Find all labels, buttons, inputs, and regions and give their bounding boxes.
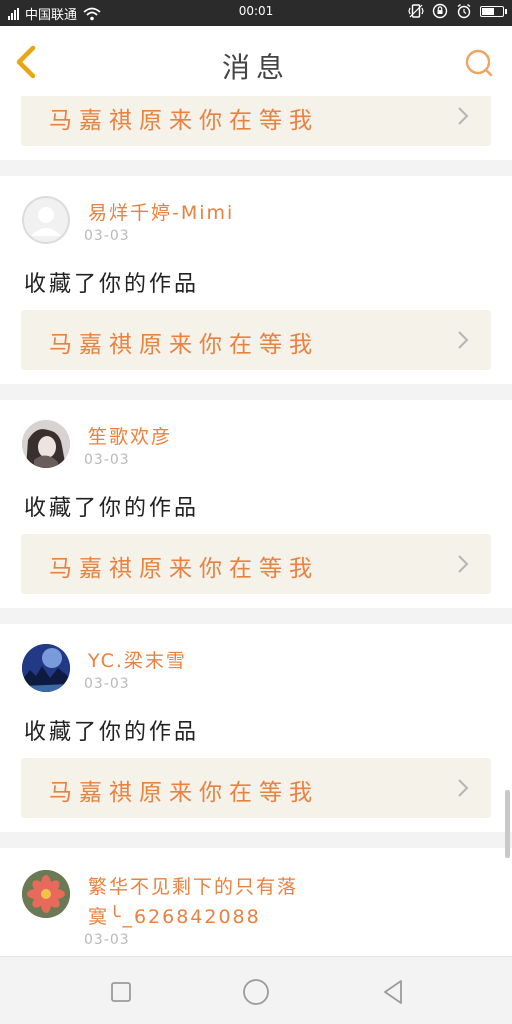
battery-icon bbox=[480, 5, 507, 17]
chevron-right-icon bbox=[458, 555, 469, 573]
avatar[interactable] bbox=[22, 870, 70, 918]
work-title: 马嘉祺原来你在等我 bbox=[49, 332, 319, 358]
work-link[interactable]: 马嘉祺原来你在等我 bbox=[21, 534, 491, 594]
status-bar: 中国联通 00:01 bbox=[0, 0, 512, 26]
search-icon bbox=[465, 49, 493, 77]
chevron-right-icon bbox=[458, 779, 469, 797]
work-link[interactable]: 马嘉祺原来你在等我 bbox=[21, 310, 491, 370]
message-date: 03-03 bbox=[84, 676, 130, 692]
search-button[interactable] bbox=[464, 48, 494, 78]
user-name[interactable]: 笙歌欢彦 bbox=[88, 422, 172, 449]
user-name[interactable]: 易烊千婷-Mimi bbox=[88, 198, 234, 225]
square-icon bbox=[111, 982, 131, 1002]
work-link[interactable]: 马嘉祺原来你在等我 bbox=[21, 96, 491, 146]
chevron-right-icon bbox=[458, 331, 469, 349]
work-link[interactable]: 马嘉祺原来你在等我 bbox=[21, 758, 491, 818]
message-date: 03-03 bbox=[84, 228, 130, 244]
work-title: 马嘉祺原来你在等我 bbox=[49, 780, 319, 806]
navigation-bar bbox=[0, 956, 512, 1024]
header: 消息 bbox=[0, 26, 512, 97]
avatar[interactable] bbox=[22, 420, 70, 468]
recent-apps-button[interactable] bbox=[104, 975, 138, 1009]
avatar[interactable] bbox=[22, 644, 70, 692]
rotation-lock-icon bbox=[432, 3, 448, 19]
message-date: 03-03 bbox=[84, 932, 130, 948]
action-text: 收藏了你的作品 bbox=[24, 272, 200, 297]
screen: 中国联通 00:01 消息 马嘉祺原来你在等我 易烊千婷-Mimi 03-03 … bbox=[0, 0, 512, 1024]
work-title: 马嘉祺原来你在等我 bbox=[49, 108, 319, 134]
message-date: 03-03 bbox=[84, 452, 130, 468]
triangle-back-icon bbox=[384, 980, 402, 1004]
user-name[interactable]: YC.梁末雪 bbox=[88, 646, 187, 673]
home-button[interactable] bbox=[239, 975, 273, 1009]
message-feed[interactable]: 马嘉祺原来你在等我 易烊千婷-Mimi 03-03 收藏了你的作品 马嘉祺原来你… bbox=[0, 96, 512, 956]
status-right bbox=[408, 3, 507, 19]
message-card: 笙歌欢彦 03-03 收藏了你的作品 马嘉祺原来你在等我 bbox=[0, 400, 512, 608]
chevron-right-icon bbox=[458, 107, 469, 125]
message-card: YC.梁末雪 03-03 收藏了你的作品 马嘉祺原来你在等我 bbox=[0, 624, 512, 832]
page-title: 消息 bbox=[221, 51, 290, 84]
avatar[interactable] bbox=[22, 196, 70, 244]
message-card: 易烊千婷-Mimi 03-03 收藏了你的作品 马嘉祺原来你在等我 bbox=[0, 176, 512, 384]
user-name-line2[interactable]: 寞╰_626842088 bbox=[88, 902, 261, 929]
user-name-line1[interactable]: 繁华不见剩下的只有落 bbox=[88, 872, 298, 899]
action-text: 收藏了你的作品 bbox=[24, 720, 200, 745]
circle-icon bbox=[243, 979, 269, 1005]
nav-back-button[interactable] bbox=[376, 975, 410, 1009]
action-text: 收藏了你的作品 bbox=[24, 496, 200, 521]
alarm-icon bbox=[457, 3, 471, 19]
message-card: 繁华不见剩下的只有落 寞╰_626842088 03-03 bbox=[0, 848, 512, 956]
vibrate-icon bbox=[408, 4, 424, 18]
work-title: 马嘉祺原来你在等我 bbox=[49, 556, 319, 582]
scrollbar[interactable] bbox=[505, 790, 510, 858]
message-card: 马嘉祺原来你在等我 bbox=[0, 96, 512, 160]
